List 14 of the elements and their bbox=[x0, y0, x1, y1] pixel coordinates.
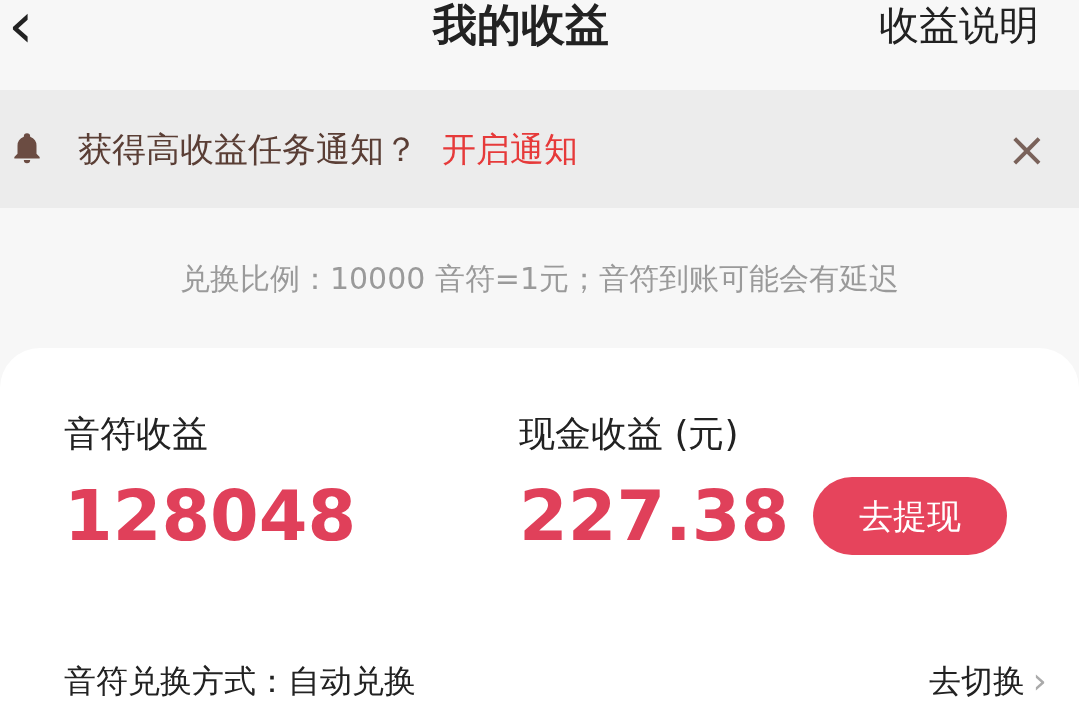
page-title: 我的收益 bbox=[433, 0, 609, 50]
switch-exchange-link[interactable]: 去切换 › bbox=[928, 654, 1047, 708]
earnings-label: 音符收益 bbox=[64, 412, 209, 456]
withdraw-button[interactable]: 去提现 bbox=[813, 477, 1008, 555]
back-button[interactable]: ‹ bbox=[8, 0, 34, 50]
enable-notification-link[interactable]: 开启通知 bbox=[442, 123, 578, 175]
close-button[interactable]: × bbox=[1006, 125, 1047, 173]
earnings-value: 227.38 bbox=[519, 476, 790, 556]
banner-text: 获得高收益任务通知？ bbox=[78, 127, 418, 171]
earnings-info-link[interactable]: 收益说明 bbox=[879, 0, 1039, 50]
exchange-method-text: 音符兑换方式：自动兑换 bbox=[64, 661, 416, 702]
earnings-label: 现金收益 (元) bbox=[519, 412, 740, 456]
exchange-rate-note: 兑换比例：10000 音符=1元；音符到账可能会有延迟 bbox=[179, 259, 900, 298]
earnings-value: 128048 bbox=[64, 476, 357, 556]
